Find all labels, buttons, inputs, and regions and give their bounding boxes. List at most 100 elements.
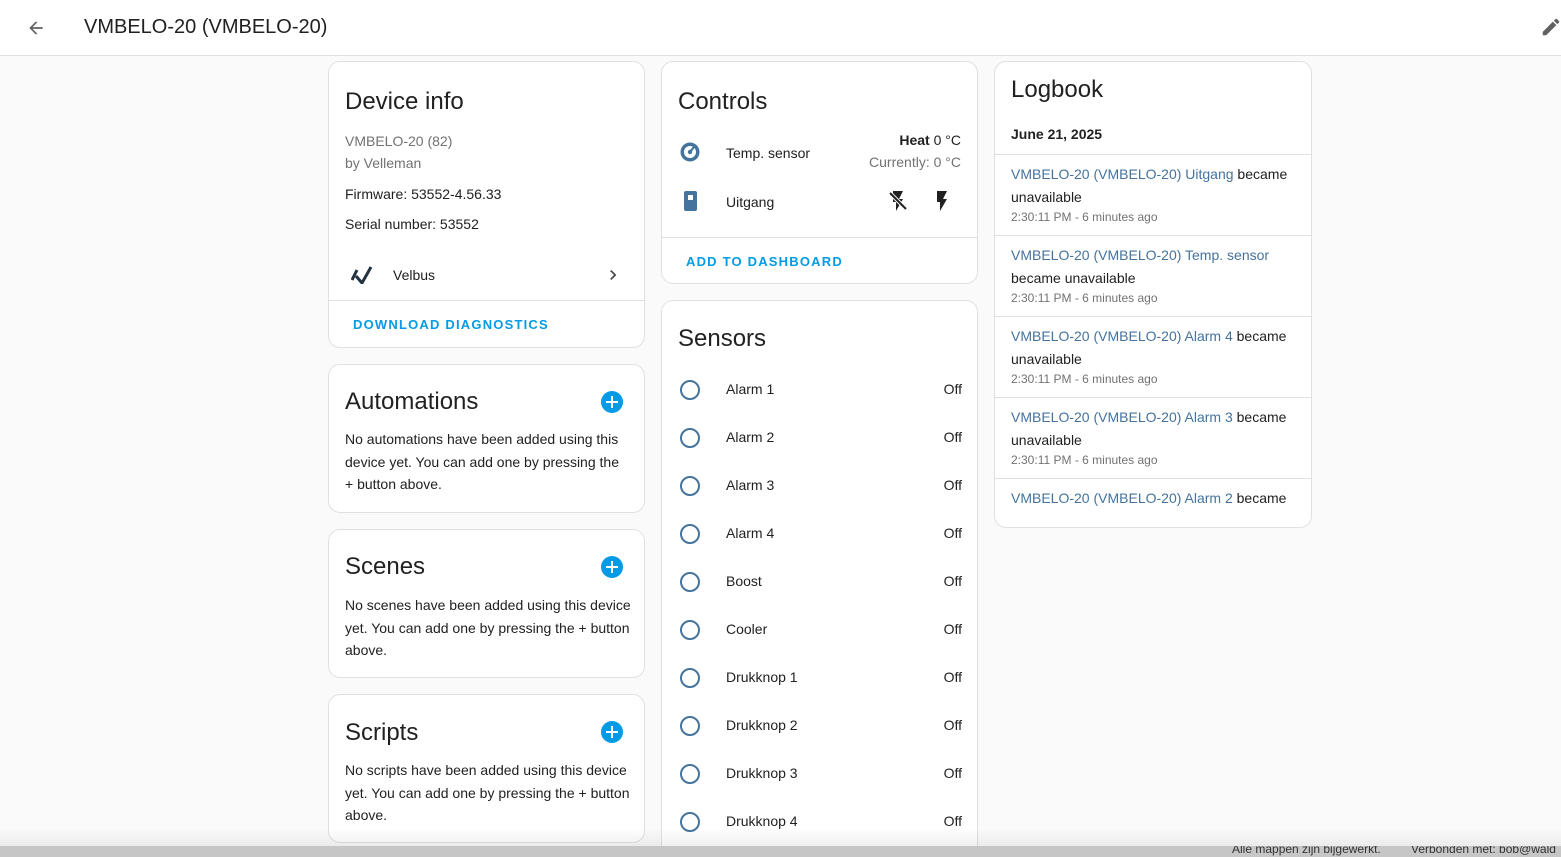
status-bar: Alle mappen zijn bijgewerkt. Verbonden m… bbox=[0, 846, 1561, 857]
sensor-name: Alarm 1 bbox=[726, 381, 775, 397]
flash-icon bbox=[937, 191, 947, 211]
device-manufacturer: by Velleman bbox=[345, 155, 422, 171]
bottom-shadow bbox=[0, 828, 1561, 846]
sensor-row-drukknop-1[interactable]: Drukknop 1 Off bbox=[662, 654, 977, 702]
logbook-message: VMBELO-20 (VMBELO-20) Alarm 3 became una… bbox=[1011, 406, 1291, 451]
logbook-event: became bbox=[1236, 490, 1287, 506]
scripts-title: Scripts bbox=[345, 719, 419, 746]
sensor-row-drukknop-3[interactable]: Drukknop 3 Off bbox=[662, 750, 977, 798]
scenes-card: Scenes No scenes have been added using t… bbox=[328, 529, 645, 678]
logbook-time: 2:30:11 PM - 6 minutes ago bbox=[1011, 210, 1158, 224]
logbook-message: VMBELO-20 (VMBELO-20) Temp. sensor becam… bbox=[1011, 244, 1291, 289]
device-serial-number: Serial number: 53552 bbox=[345, 216, 479, 232]
device-firmware: Firmware: 53552-4.56.33 bbox=[345, 186, 502, 202]
scripts-description: No scripts have been added using this de… bbox=[345, 762, 630, 823]
logbook-message: VMBELO-20 (VMBELO-20) Alarm 2 became bbox=[1011, 487, 1291, 510]
sensor-state: Off bbox=[943, 621, 962, 637]
logbook-time: 2:30:11 PM - 6 minutes ago bbox=[1011, 453, 1158, 467]
logbook-entry: VMBELO-20 (VMBELO-20) Alarm 2 became bbox=[995, 478, 1311, 514]
binary-sensor-icon bbox=[680, 716, 700, 736]
hvac-target: 0 °C bbox=[933, 132, 961, 148]
logbook-title: Logbook bbox=[1011, 76, 1104, 103]
add-automation-button[interactable] bbox=[601, 391, 623, 413]
top-app-bar: VMBELO-20 (VMBELO-20) bbox=[0, 0, 1561, 56]
sensor-row-alarm-4[interactable]: Alarm 4 Off bbox=[662, 510, 977, 558]
velbus-logo-icon bbox=[351, 266, 373, 284]
logbook-entity-link[interactable]: VMBELO-20 (VMBELO-20) Alarm 3 bbox=[1011, 409, 1233, 425]
integration-label: Velbus bbox=[393, 267, 436, 283]
sensors-card: Sensors Alarm 1 Off Alarm 2 Off Alarm 3 … bbox=[661, 300, 978, 857]
sensor-state: Off bbox=[943, 525, 962, 541]
connection-status: Verbonden met: bob@wald bbox=[1411, 846, 1556, 856]
output-name: Uitgang bbox=[726, 194, 775, 210]
hvac-state: Heat 0 °C bbox=[899, 132, 961, 148]
sensor-state: Off bbox=[943, 813, 962, 829]
sensor-state: Off bbox=[943, 717, 962, 733]
sensor-name: Drukknop 4 bbox=[726, 813, 798, 829]
logbook-message: VMBELO-20 (VMBELO-20) Alarm 4 became una… bbox=[1011, 325, 1291, 370]
logbook-date: June 21, 2025 bbox=[1011, 126, 1103, 142]
sensor-state: Off bbox=[943, 429, 962, 445]
sensor-state: Off bbox=[943, 477, 962, 493]
divider bbox=[662, 237, 977, 238]
scripts-card: Scripts No scripts have been added using… bbox=[328, 694, 645, 843]
sensors-title: Sensors bbox=[678, 325, 767, 352]
sensor-name: Alarm 2 bbox=[726, 429, 775, 445]
turn-on-button[interactable] bbox=[930, 189, 954, 213]
sensor-name: Cooler bbox=[726, 621, 768, 637]
sensor-row-cooler[interactable]: Cooler Off bbox=[662, 606, 977, 654]
current-temperature: Currently: 0 °C bbox=[869, 154, 961, 170]
pencil-icon bbox=[1542, 18, 1560, 36]
device-info-title: Device info bbox=[345, 88, 464, 115]
binary-sensor-icon bbox=[680, 572, 700, 592]
temp-sensor-name: Temp. sensor bbox=[726, 145, 811, 161]
sensor-row-boost[interactable]: Boost Off bbox=[662, 558, 977, 606]
sensor-name: Alarm 4 bbox=[726, 525, 775, 541]
sensor-name: Drukknop 1 bbox=[726, 669, 798, 685]
logbook-message: VMBELO-20 (VMBELO-20) Uitgang became una… bbox=[1011, 163, 1291, 208]
controls-card: Controls Temp. sensor Heat 0 °C Currentl… bbox=[661, 61, 978, 284]
binary-sensor-icon bbox=[680, 380, 700, 400]
sensor-state: Off bbox=[943, 669, 962, 685]
sensor-row-drukknop-2[interactable]: Drukknop 2 Off bbox=[662, 702, 977, 750]
scenes-description: No scenes have been added using this dev… bbox=[345, 597, 631, 658]
sensor-name: Drukknop 3 bbox=[726, 765, 798, 781]
logbook-event: became unavailable bbox=[1011, 269, 1136, 286]
device-model: VMBELO-20 (82) bbox=[345, 133, 453, 149]
automations-card: Automations No automations have been add… bbox=[328, 364, 645, 513]
logbook-entry: VMBELO-20 (VMBELO-20) Uitgang became una… bbox=[995, 154, 1311, 235]
thermostat-icon bbox=[680, 142, 700, 162]
hvac-mode: Heat bbox=[899, 132, 930, 148]
sensor-row-alarm-2[interactable]: Alarm 2 Off bbox=[662, 414, 977, 462]
logbook-time: 2:30:11 PM - 6 minutes ago bbox=[1011, 291, 1158, 305]
logbook-entry: VMBELO-20 (VMBELO-20) Alarm 3 became una… bbox=[995, 397, 1311, 478]
binary-sensor-icon bbox=[680, 476, 700, 496]
turn-off-button[interactable] bbox=[886, 189, 910, 213]
logbook-entity-link[interactable]: VMBELO-20 (VMBELO-20) Alarm 4 bbox=[1011, 328, 1233, 344]
binary-sensor-icon bbox=[680, 764, 700, 784]
download-diagnostics-button[interactable]: DOWNLOAD DIAGNOSTICS bbox=[353, 317, 549, 332]
logbook-card: Logbook June 21, 2025 VMBELO-20 (VMBELO-… bbox=[994, 61, 1312, 528]
add-to-dashboard-button[interactable]: ADD TO DASHBOARD bbox=[686, 254, 843, 269]
sensor-state: Off bbox=[943, 765, 962, 781]
logbook-entity-link[interactable]: VMBELO-20 (VMBELO-20) Uitgang bbox=[1011, 166, 1234, 182]
binary-sensor-icon bbox=[680, 668, 700, 688]
sensor-name: Alarm 3 bbox=[726, 477, 775, 493]
edit-button[interactable] bbox=[1540, 16, 1561, 40]
add-scene-button[interactable] bbox=[601, 556, 623, 578]
relay-switch-icon bbox=[684, 191, 697, 211]
sensor-row-alarm-1[interactable]: Alarm 1 Off bbox=[662, 366, 977, 414]
scenes-title: Scenes bbox=[345, 553, 426, 580]
arrow-left-icon bbox=[29, 21, 43, 35]
controls-title: Controls bbox=[678, 88, 768, 115]
add-script-button[interactable] bbox=[601, 721, 623, 743]
logbook-entity-link[interactable]: VMBELO-20 (VMBELO-20) Alarm 2 bbox=[1011, 490, 1233, 506]
flash-off-icon bbox=[888, 191, 908, 211]
device-info-card: Device info VMBELO-20 (82) by Velleman F… bbox=[328, 61, 645, 348]
chevron-right-icon bbox=[610, 270, 617, 280]
logbook-entity-link[interactable]: VMBELO-20 (VMBELO-20) Temp. sensor bbox=[1011, 247, 1269, 263]
sync-status: Alle mappen zijn bijgewerkt. bbox=[1232, 846, 1381, 856]
integration-velbus-link[interactable]: Velbus bbox=[329, 252, 644, 298]
sensor-row-alarm-3[interactable]: Alarm 3 Off bbox=[662, 462, 977, 510]
back-button[interactable] bbox=[20, 12, 52, 44]
